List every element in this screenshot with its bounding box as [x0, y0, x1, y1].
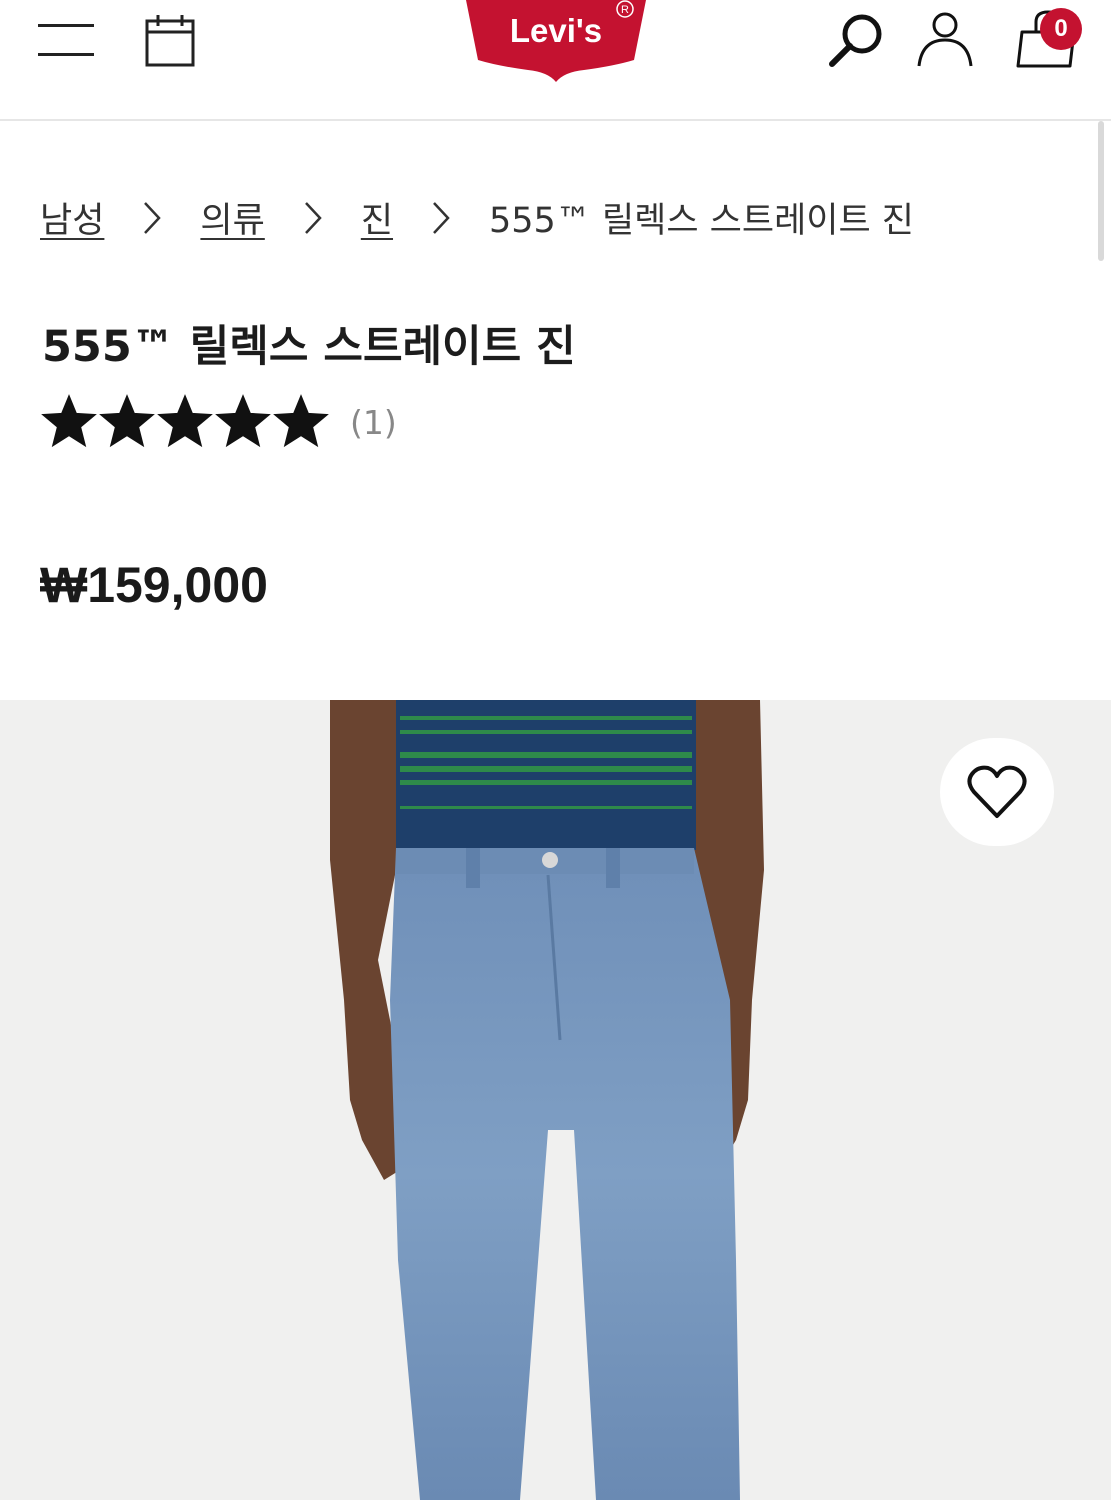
star-icon: [157, 394, 213, 448]
product-title: 555™ 릴렉스 스트레이트 진: [42, 322, 576, 372]
heart-icon: [967, 765, 1027, 818]
star-icon: [273, 394, 329, 448]
breadcrumb-current: 555™ 릴렉스 스트레이트 진: [489, 200, 914, 241]
account-icon: [917, 12, 973, 67]
product-price: ₩159,000: [40, 557, 268, 613]
breadcrumb-link-jeans[interactable]: 진: [361, 192, 393, 243]
breadcrumb-link-clothing[interactable]: 의류: [200, 192, 264, 243]
chevron-right-icon: [393, 197, 489, 237]
model-wearing-jeans-photo: [0, 700, 1111, 1500]
calendar-icon: [145, 15, 195, 67]
logo-text: Levi's: [509, 12, 603, 49]
scrollbar[interactable]: [1098, 121, 1104, 261]
menu-icon-line-top: [38, 24, 94, 27]
product-rating[interactable]: (1): [40, 393, 397, 451]
menu-icon-line-bottom: [38, 53, 94, 56]
levis-logo[interactable]: R Levi's: [464, 0, 648, 82]
search-icon: [829, 14, 882, 67]
bag-count-badge: 0: [1040, 8, 1082, 50]
chevron-right-icon: [104, 197, 200, 237]
calendar-button[interactable]: [144, 12, 196, 68]
review-count[interactable]: (1): [350, 403, 397, 442]
product-image[interactable]: [0, 700, 1111, 1500]
star-icon: [41, 394, 97, 448]
rating-stars: [40, 393, 330, 451]
star-icon: [215, 394, 271, 448]
wishlist-button[interactable]: [940, 738, 1054, 846]
site-header: R Levi's 0: [0, 0, 1111, 121]
breadcrumb: 남성 의류 진 555™ 릴렉스 스트레이트 진: [40, 192, 914, 242]
account-button[interactable]: [914, 10, 976, 70]
breadcrumb-link-men[interactable]: 남성: [40, 192, 104, 243]
chevron-right-icon: [265, 197, 361, 237]
star-icon: [99, 394, 155, 448]
product-page: R Levi's 0 남성 의류 진 555™ 릴렉스 스트레이트 진 555™…: [0, 0, 1111, 1500]
search-button[interactable]: [826, 10, 888, 70]
menu-button[interactable]: [38, 22, 94, 60]
